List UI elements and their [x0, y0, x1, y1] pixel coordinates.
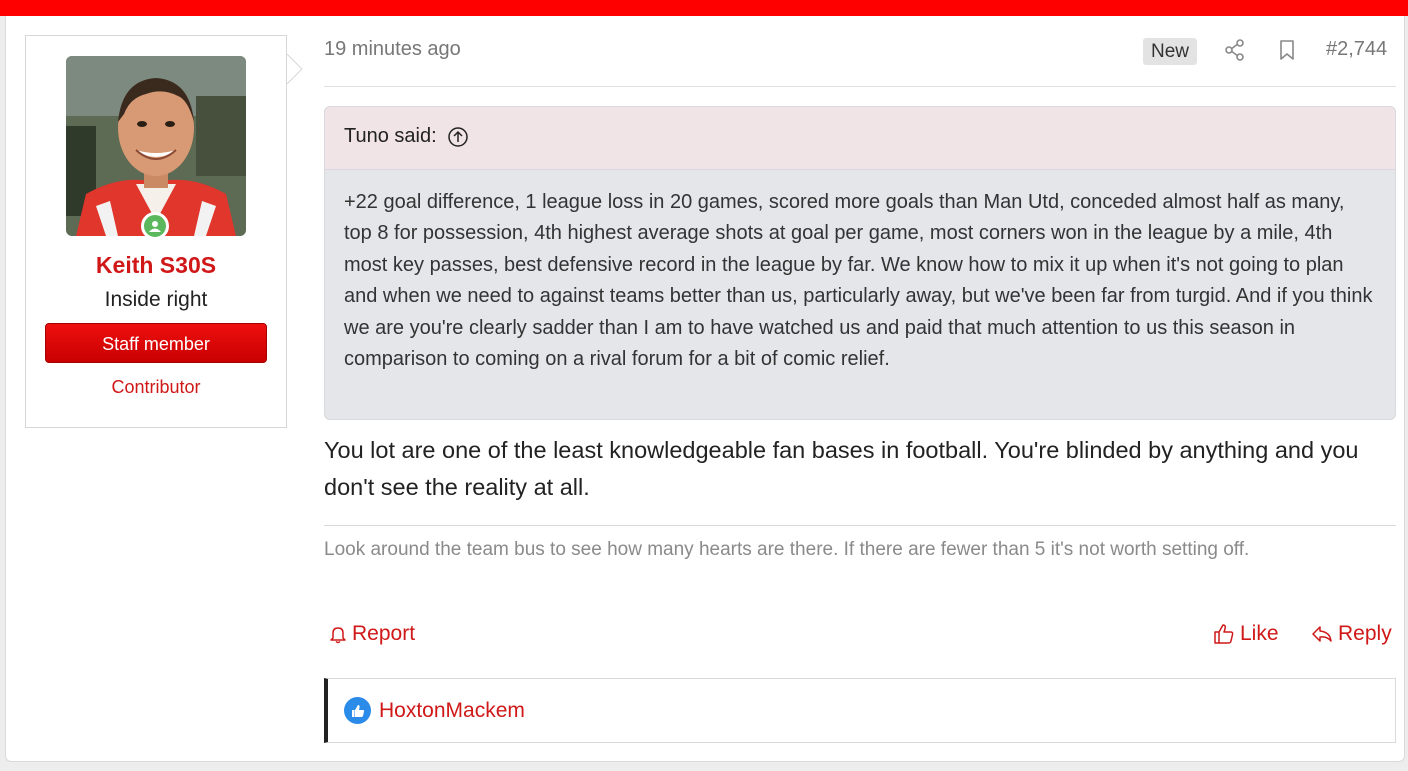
signature-divider	[324, 525, 1396, 526]
reactor-name[interactable]: HoxtonMackem	[379, 699, 525, 723]
staff-badge: Staff member	[45, 323, 267, 363]
avatar[interactable]	[66, 56, 246, 236]
username[interactable]: Keith S30S	[26, 252, 286, 279]
thumbs-up-icon	[1214, 624, 1234, 644]
report-button[interactable]: Report	[328, 622, 415, 646]
reply-button[interactable]: Reply	[1310, 622, 1392, 646]
reply-label: Reply	[1338, 622, 1392, 645]
user-arrow	[287, 54, 303, 84]
like-button[interactable]: Like	[1212, 622, 1279, 646]
reactions-bar: HoxtonMackem	[324, 678, 1396, 743]
divider	[324, 86, 1396, 87]
top-bar	[0, 0, 1408, 16]
user-info-panel: Keith S30S Inside right Staff member Con…	[25, 35, 287, 428]
arrow-up-circle-icon[interactable]	[447, 126, 469, 148]
quote-block: Tuno said: +22 goal difference, 1 league…	[324, 106, 1396, 420]
quote-author[interactable]: Tuno said:	[344, 125, 437, 148]
user-banner: Contributor	[111, 377, 201, 397]
post-message: You lot are one of the least knowledgeab…	[324, 437, 1359, 500]
reply-icon	[1312, 626, 1332, 642]
new-badge: New	[1143, 38, 1198, 65]
quote-text: +22 goal difference, 1 league loss in 20…	[344, 191, 1373, 371]
bookmark-icon[interactable]	[1275, 38, 1299, 62]
user-title: Inside right	[104, 288, 208, 311]
online-person-icon	[141, 212, 169, 240]
like-reaction-icon	[344, 697, 371, 724]
post-time[interactable]: 19 minutes ago	[324, 38, 461, 61]
quote-header: Tuno said:	[325, 107, 1395, 170]
signature: Look around the team bus to see how many…	[324, 539, 1250, 560]
report-label: Report	[352, 622, 416, 645]
bell-icon	[330, 627, 346, 644]
post-number[interactable]: #2,744	[1326, 38, 1387, 61]
post-container: Keith S30S Inside right Staff member Con…	[5, 16, 1405, 762]
share-icon[interactable]	[1223, 38, 1247, 62]
like-label: Like	[1240, 622, 1279, 645]
